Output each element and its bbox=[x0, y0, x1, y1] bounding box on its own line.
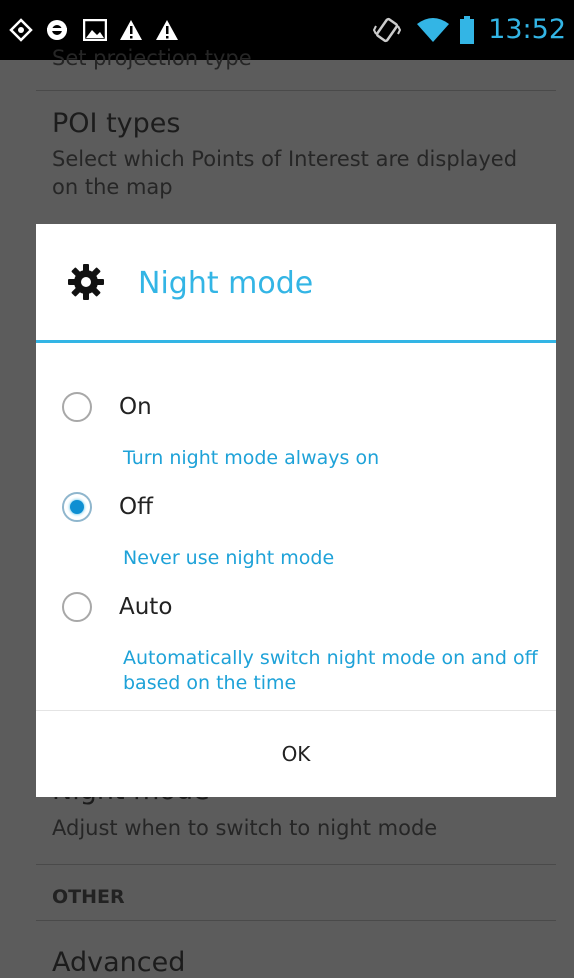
option-description: Turn night mode always on bbox=[123, 447, 380, 469]
option-label: On bbox=[119, 394, 152, 420]
option-description: Automatically switch night mode on and o… bbox=[123, 647, 538, 694]
section-header-other: OTHER bbox=[52, 886, 125, 908]
status-time: 13:52 bbox=[488, 14, 566, 45]
night-mode-dialog: Night mode On Turn night mode always on … bbox=[36, 224, 556, 797]
wifi-icon bbox=[416, 16, 450, 44]
title-divider bbox=[36, 340, 556, 343]
dialog-title: Night mode bbox=[138, 266, 314, 301]
projection-subtitle: Set projection type bbox=[52, 46, 252, 70]
list-divider bbox=[36, 920, 556, 921]
ok-button[interactable]: OK bbox=[36, 711, 556, 797]
option-on[interactable]: On Turn night mode always on bbox=[36, 384, 556, 479]
radio-auto[interactable] bbox=[62, 592, 92, 622]
option-label: Auto bbox=[119, 594, 173, 620]
radio-on[interactable] bbox=[62, 392, 92, 422]
poi-types-title[interactable]: POI types bbox=[52, 108, 180, 139]
poi-types-subtitle: Select which Points of Interest are disp… bbox=[52, 147, 518, 199]
radio-off[interactable] bbox=[62, 492, 92, 522]
option-label: Off bbox=[119, 494, 153, 520]
warning-icon bbox=[118, 16, 144, 44]
gear-icon bbox=[68, 264, 104, 300]
option-description: Never use night mode bbox=[123, 547, 335, 569]
vibrate-icon bbox=[372, 16, 402, 44]
list-divider bbox=[36, 90, 556, 91]
image-icon bbox=[82, 16, 108, 44]
list-divider bbox=[36, 864, 556, 865]
battery-icon bbox=[459, 16, 475, 44]
option-off[interactable]: Off Never use night mode bbox=[36, 484, 556, 579]
advanced-title[interactable]: Advanced bbox=[52, 947, 185, 978]
night-mode-subtitle: Adjust when to switch to night mode bbox=[52, 816, 438, 840]
warning-icon bbox=[154, 16, 180, 44]
option-auto[interactable]: Auto Automatically switch night mode on … bbox=[36, 584, 556, 704]
gps-icon bbox=[8, 16, 34, 44]
steering-icon bbox=[44, 16, 70, 44]
